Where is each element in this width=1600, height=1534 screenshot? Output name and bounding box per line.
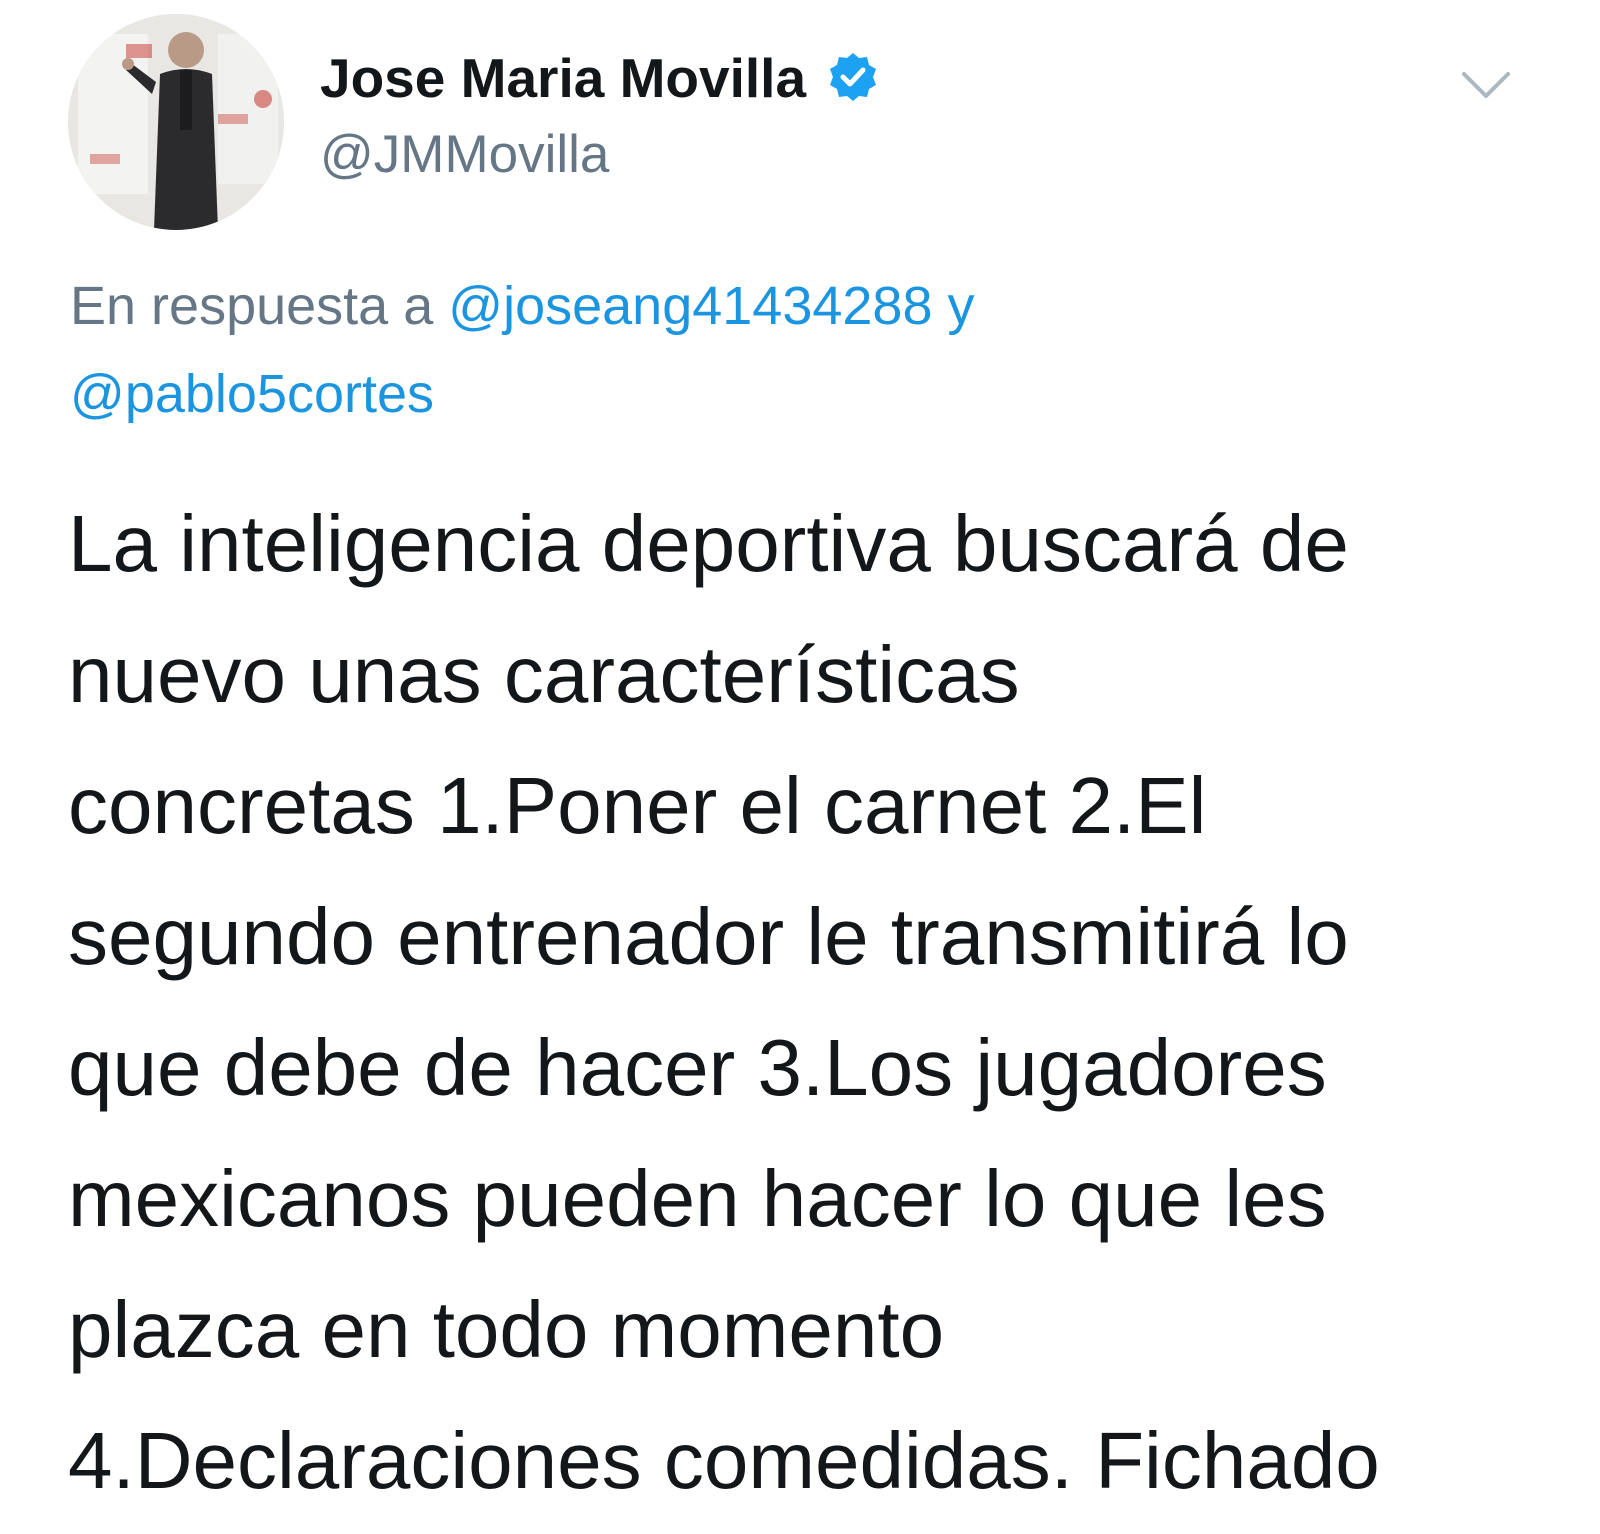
mention-link-joseang[interactable]: @joseang41434288	[448, 276, 932, 336]
tweet-line: que debe de hacer 3.Los jugadores	[68, 1023, 1327, 1112]
tweet-line: concretas 1.Poner el carnet 2.El	[68, 761, 1207, 850]
verified-badge-icon	[826, 51, 880, 105]
author-handle[interactable]: @JMMovilla	[320, 124, 609, 185]
tweet-line: 4.Declaraciones comedidas. Fichado	[68, 1416, 1380, 1505]
tweet-text: La inteligencia deportiva buscará de nue…	[68, 478, 1588, 1526]
reply-conjunction[interactable]: y	[948, 276, 975, 336]
author-name-row[interactable]: Jose Maria Movilla	[320, 46, 880, 110]
tweet-line: La inteligencia deportiva buscará de	[68, 499, 1349, 588]
tweet-line: mexicanos pueden hacer lo que les	[68, 1154, 1327, 1243]
avatar-photo	[68, 14, 284, 230]
reply-prefix: En respuesta a	[70, 276, 434, 336]
mention-link-pablo[interactable]: @pablo5cortes	[70, 364, 434, 424]
tweet-line: nuevo unas características	[68, 630, 1020, 719]
chevron-down-icon[interactable]	[1458, 64, 1514, 104]
tweet-line: segundo entrenador le transmitirá lo	[68, 892, 1349, 981]
author-display-name[interactable]: Jose Maria Movilla	[320, 46, 806, 110]
avatar[interactable]	[68, 14, 284, 230]
tweet-line: plazca en todo momento	[68, 1285, 945, 1374]
reply-context: En respuesta a @joseang41434288 y @pablo…	[70, 262, 1550, 438]
